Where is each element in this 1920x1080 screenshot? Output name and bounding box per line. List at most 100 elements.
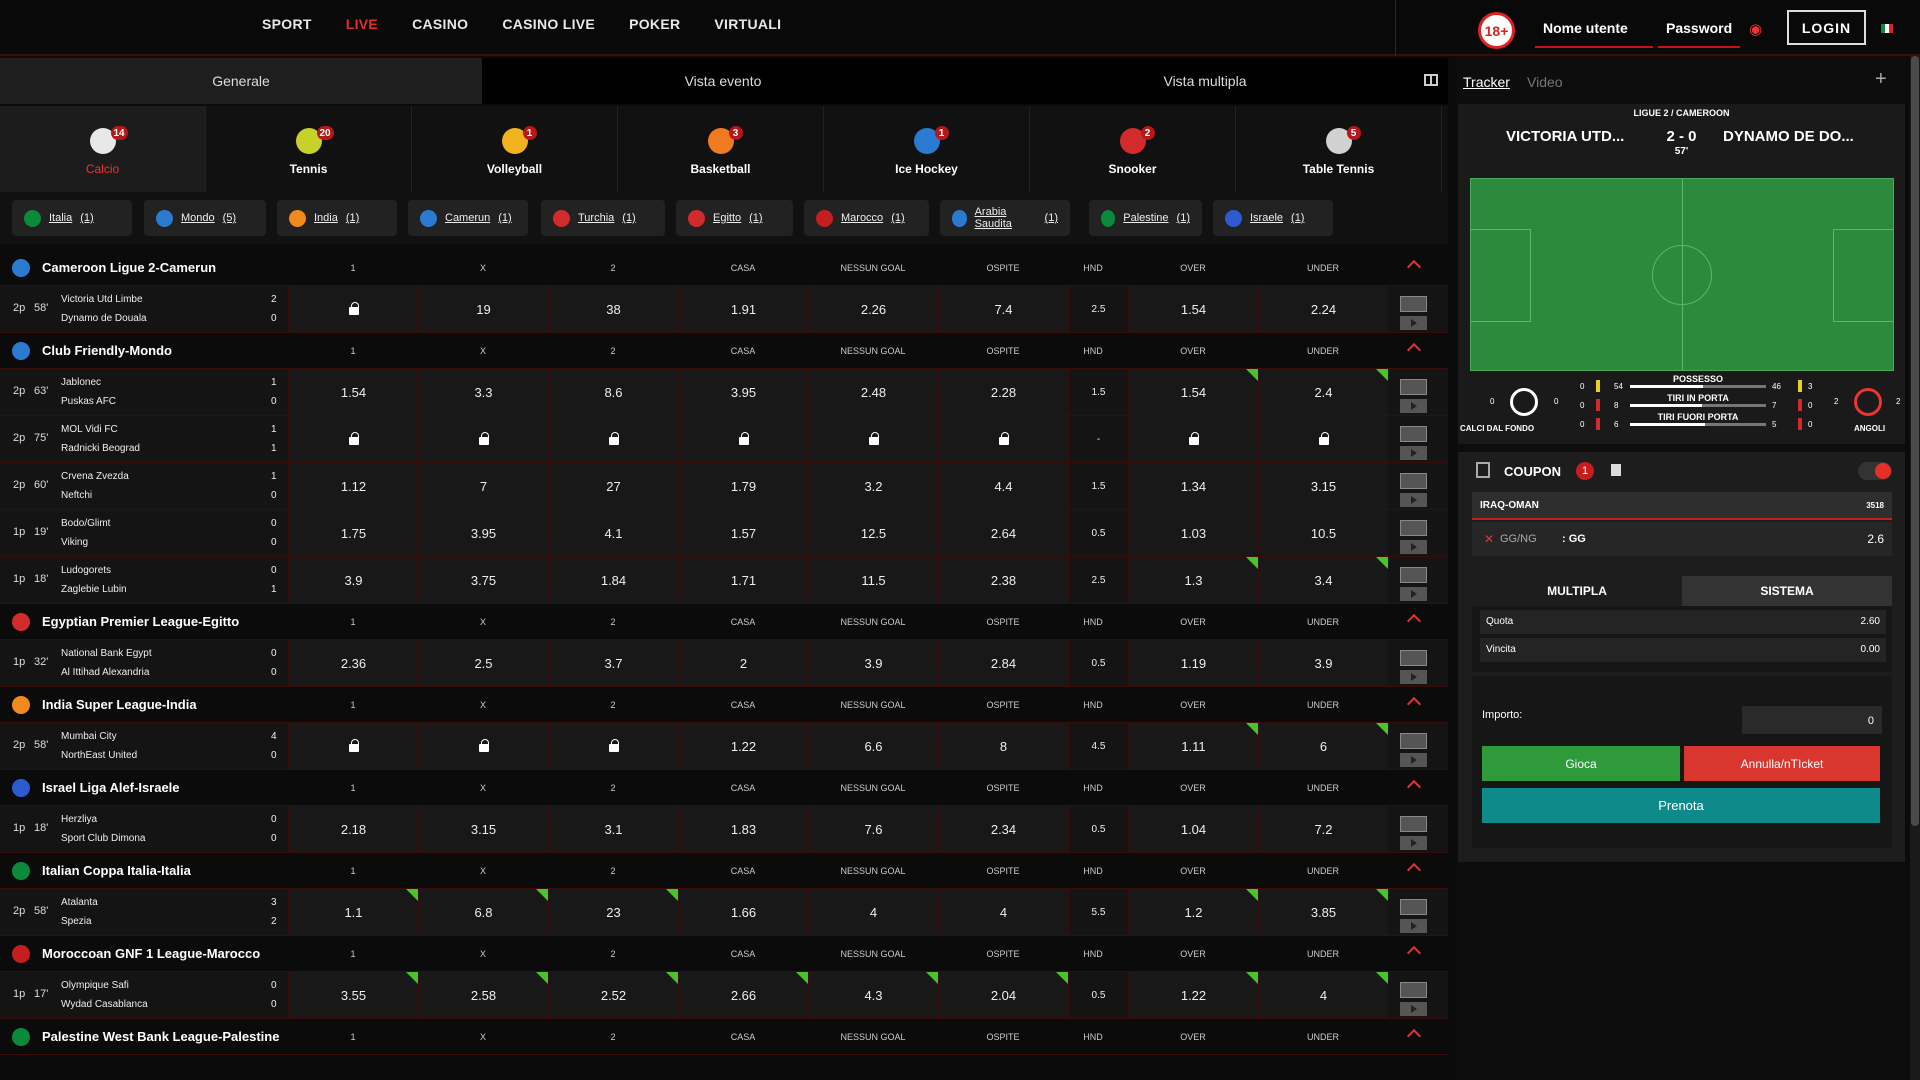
odd-button[interactable]: 1.83	[678, 806, 808, 852]
odd-button[interactable]: 1.54	[1128, 286, 1258, 332]
odd-button[interactable]: 1.84	[548, 557, 678, 603]
collapse-chevron-icon[interactable]	[1406, 259, 1422, 275]
odd-button[interactable]: 1.11	[1128, 723, 1258, 769]
odd-button[interactable]: 1.34	[1128, 463, 1258, 509]
language-flag-icon[interactable]	[1881, 24, 1893, 33]
odd-button[interactable]: 1.66	[678, 889, 808, 935]
trash-icon[interactable]	[1611, 464, 1621, 476]
odd-button[interactable]: 4	[938, 889, 1068, 935]
odd-button[interactable]: 1.75	[288, 510, 418, 556]
odd-button[interactable]: 2.26	[808, 286, 938, 332]
play-icon[interactable]	[1400, 399, 1427, 413]
stats-icon[interactable]	[1400, 473, 1427, 489]
odd-button[interactable]: 1.54	[288, 369, 418, 415]
play-icon[interactable]	[1400, 919, 1427, 933]
odd-button[interactable]: 2.58	[418, 972, 548, 1018]
play-icon[interactable]	[1400, 753, 1427, 767]
odd-button[interactable]: 2.38	[938, 557, 1068, 603]
stats-icon[interactable]	[1400, 426, 1427, 442]
login-button[interactable]: LOGIN	[1787, 10, 1866, 45]
odd-button[interactable]: 2.28	[938, 369, 1068, 415]
odd-button[interactable]: 4.3	[808, 972, 938, 1018]
league-header[interactable]: Moroccoan GNF 1 League-Marocco 1 X 2 CASA NES…	[0, 936, 1448, 972]
gioca-button[interactable]: Gioca	[1482, 746, 1680, 781]
league-header[interactable]: Egyptian Premier League-Egitto 1 X 2 CASA NES…	[0, 604, 1448, 640]
odd-button[interactable]: 2.4	[1258, 369, 1388, 415]
odd-button[interactable]: 1.2	[1128, 889, 1258, 935]
tab-multipla[interactable]: MULTIPLA	[1472, 576, 1682, 606]
stats-icon[interactable]	[1400, 379, 1427, 395]
play-icon[interactable]	[1400, 446, 1427, 460]
odd-button[interactable]	[288, 723, 418, 769]
sport-tennis[interactable]: 20 Tennis	[206, 106, 412, 192]
odd-button[interactable]	[418, 723, 548, 769]
country-chip-camerun[interactable]: Camerun (1)	[408, 200, 528, 236]
odd-button[interactable]: 3.3	[418, 369, 548, 415]
importo-input[interactable]: 0	[1742, 706, 1882, 734]
sport-snooker[interactable]: 2 Snooker	[1030, 106, 1236, 192]
odd-button[interactable]: 3.9	[1258, 640, 1388, 686]
stats-icon[interactable]	[1400, 650, 1427, 666]
stats-icon[interactable]	[1400, 567, 1427, 583]
nav-live[interactable]: LIVE	[346, 16, 378, 32]
play-icon[interactable]	[1400, 540, 1427, 554]
collapse-chevron-icon[interactable]	[1406, 613, 1422, 629]
odd-button[interactable]: 1.54	[1128, 369, 1258, 415]
view-tab-0[interactable]: Generale	[0, 58, 482, 104]
play-icon[interactable]	[1400, 836, 1427, 850]
odd-button[interactable]: 3.85	[1258, 889, 1388, 935]
odd-button[interactable]: 2.84	[938, 640, 1068, 686]
stats-icon[interactable]	[1400, 899, 1427, 915]
collapse-chevron-icon[interactable]	[1406, 696, 1422, 712]
odd-button[interactable]: 1.22	[1128, 972, 1258, 1018]
country-chip-turchia[interactable]: Turchia (1)	[541, 200, 665, 236]
country-chip-palestine[interactable]: Palestine (1)	[1089, 200, 1202, 236]
odd-button[interactable]: 2.52	[548, 972, 678, 1018]
odd-button[interactable]: 7	[418, 463, 548, 509]
stats-icon[interactable]	[1400, 296, 1427, 312]
sport-volleyball[interactable]: 1 Volleyball	[412, 106, 618, 192]
odd-button[interactable]: 1.79	[678, 463, 808, 509]
odd-button[interactable]: 6.8	[418, 889, 548, 935]
sport-calcio[interactable]: 14 Calcio	[0, 106, 206, 192]
odd-button[interactable]: 4.1	[548, 510, 678, 556]
tab-tracker[interactable]: Tracker	[1463, 74, 1510, 90]
nav-casino[interactable]: CASINO	[412, 16, 468, 32]
league-header[interactable]: Club Friendly-Mondo 1 X 2 CASA NESSUN GOAL OSP…	[0, 333, 1448, 369]
stats-icon[interactable]	[1400, 982, 1427, 998]
country-chip-israele[interactable]: Israele (1)	[1213, 200, 1333, 236]
odd-button[interactable]: 6	[1258, 723, 1388, 769]
odd-button[interactable]: 2.48	[808, 369, 938, 415]
stats-icon[interactable]	[1400, 733, 1427, 749]
sport-basketball[interactable]: 3 Basketball	[618, 106, 824, 192]
play-icon[interactable]	[1400, 493, 1427, 507]
country-chip-egitto[interactable]: Egitto (1)	[676, 200, 793, 236]
odd-button[interactable]: 2	[678, 640, 808, 686]
country-chip-marocco[interactable]: Marocco (1)	[804, 200, 929, 236]
odd-button[interactable]: 1.3	[1128, 557, 1258, 603]
league-header[interactable]: Israel Liga Alef-Israele 1 X 2 CASA NESSUN GO…	[0, 770, 1448, 806]
odd-button[interactable]: 10.5	[1258, 510, 1388, 556]
odd-button[interactable]: 2.34	[938, 806, 1068, 852]
odd-button[interactable]: 3.95	[678, 369, 808, 415]
odd-button[interactable]: 8	[938, 723, 1068, 769]
play-icon[interactable]	[1400, 587, 1427, 601]
odd-button[interactable]: 3.75	[418, 557, 548, 603]
nav-sport[interactable]: SPORT	[262, 16, 312, 32]
odd-button[interactable]	[1258, 416, 1388, 462]
page-scrollbar[interactable]	[1910, 56, 1920, 1080]
view-tab-2[interactable]: Vista multipla	[964, 58, 1446, 104]
odd-button[interactable]: 1.03	[1128, 510, 1258, 556]
country-chip-arabia-saudita[interactable]: Arabia Saudita (1)	[940, 200, 1070, 236]
odd-button[interactable]	[1128, 416, 1258, 462]
nav-virtuali[interactable]: VIRTUALI	[714, 16, 781, 32]
odd-button[interactable]: 3.7	[548, 640, 678, 686]
odd-button[interactable]: 6.6	[808, 723, 938, 769]
odd-button[interactable]: 1.71	[678, 557, 808, 603]
odd-button[interactable]: 27	[548, 463, 678, 509]
nav-casino-live[interactable]: CASINO LIVE	[502, 16, 595, 32]
country-chip-india[interactable]: India (1)	[277, 200, 397, 236]
odd-button[interactable]	[288, 286, 418, 332]
odd-button[interactable]: 4.4	[938, 463, 1068, 509]
league-header[interactable]: Palestine West Bank League-Palestine 1 X 2 C…	[0, 1019, 1448, 1055]
